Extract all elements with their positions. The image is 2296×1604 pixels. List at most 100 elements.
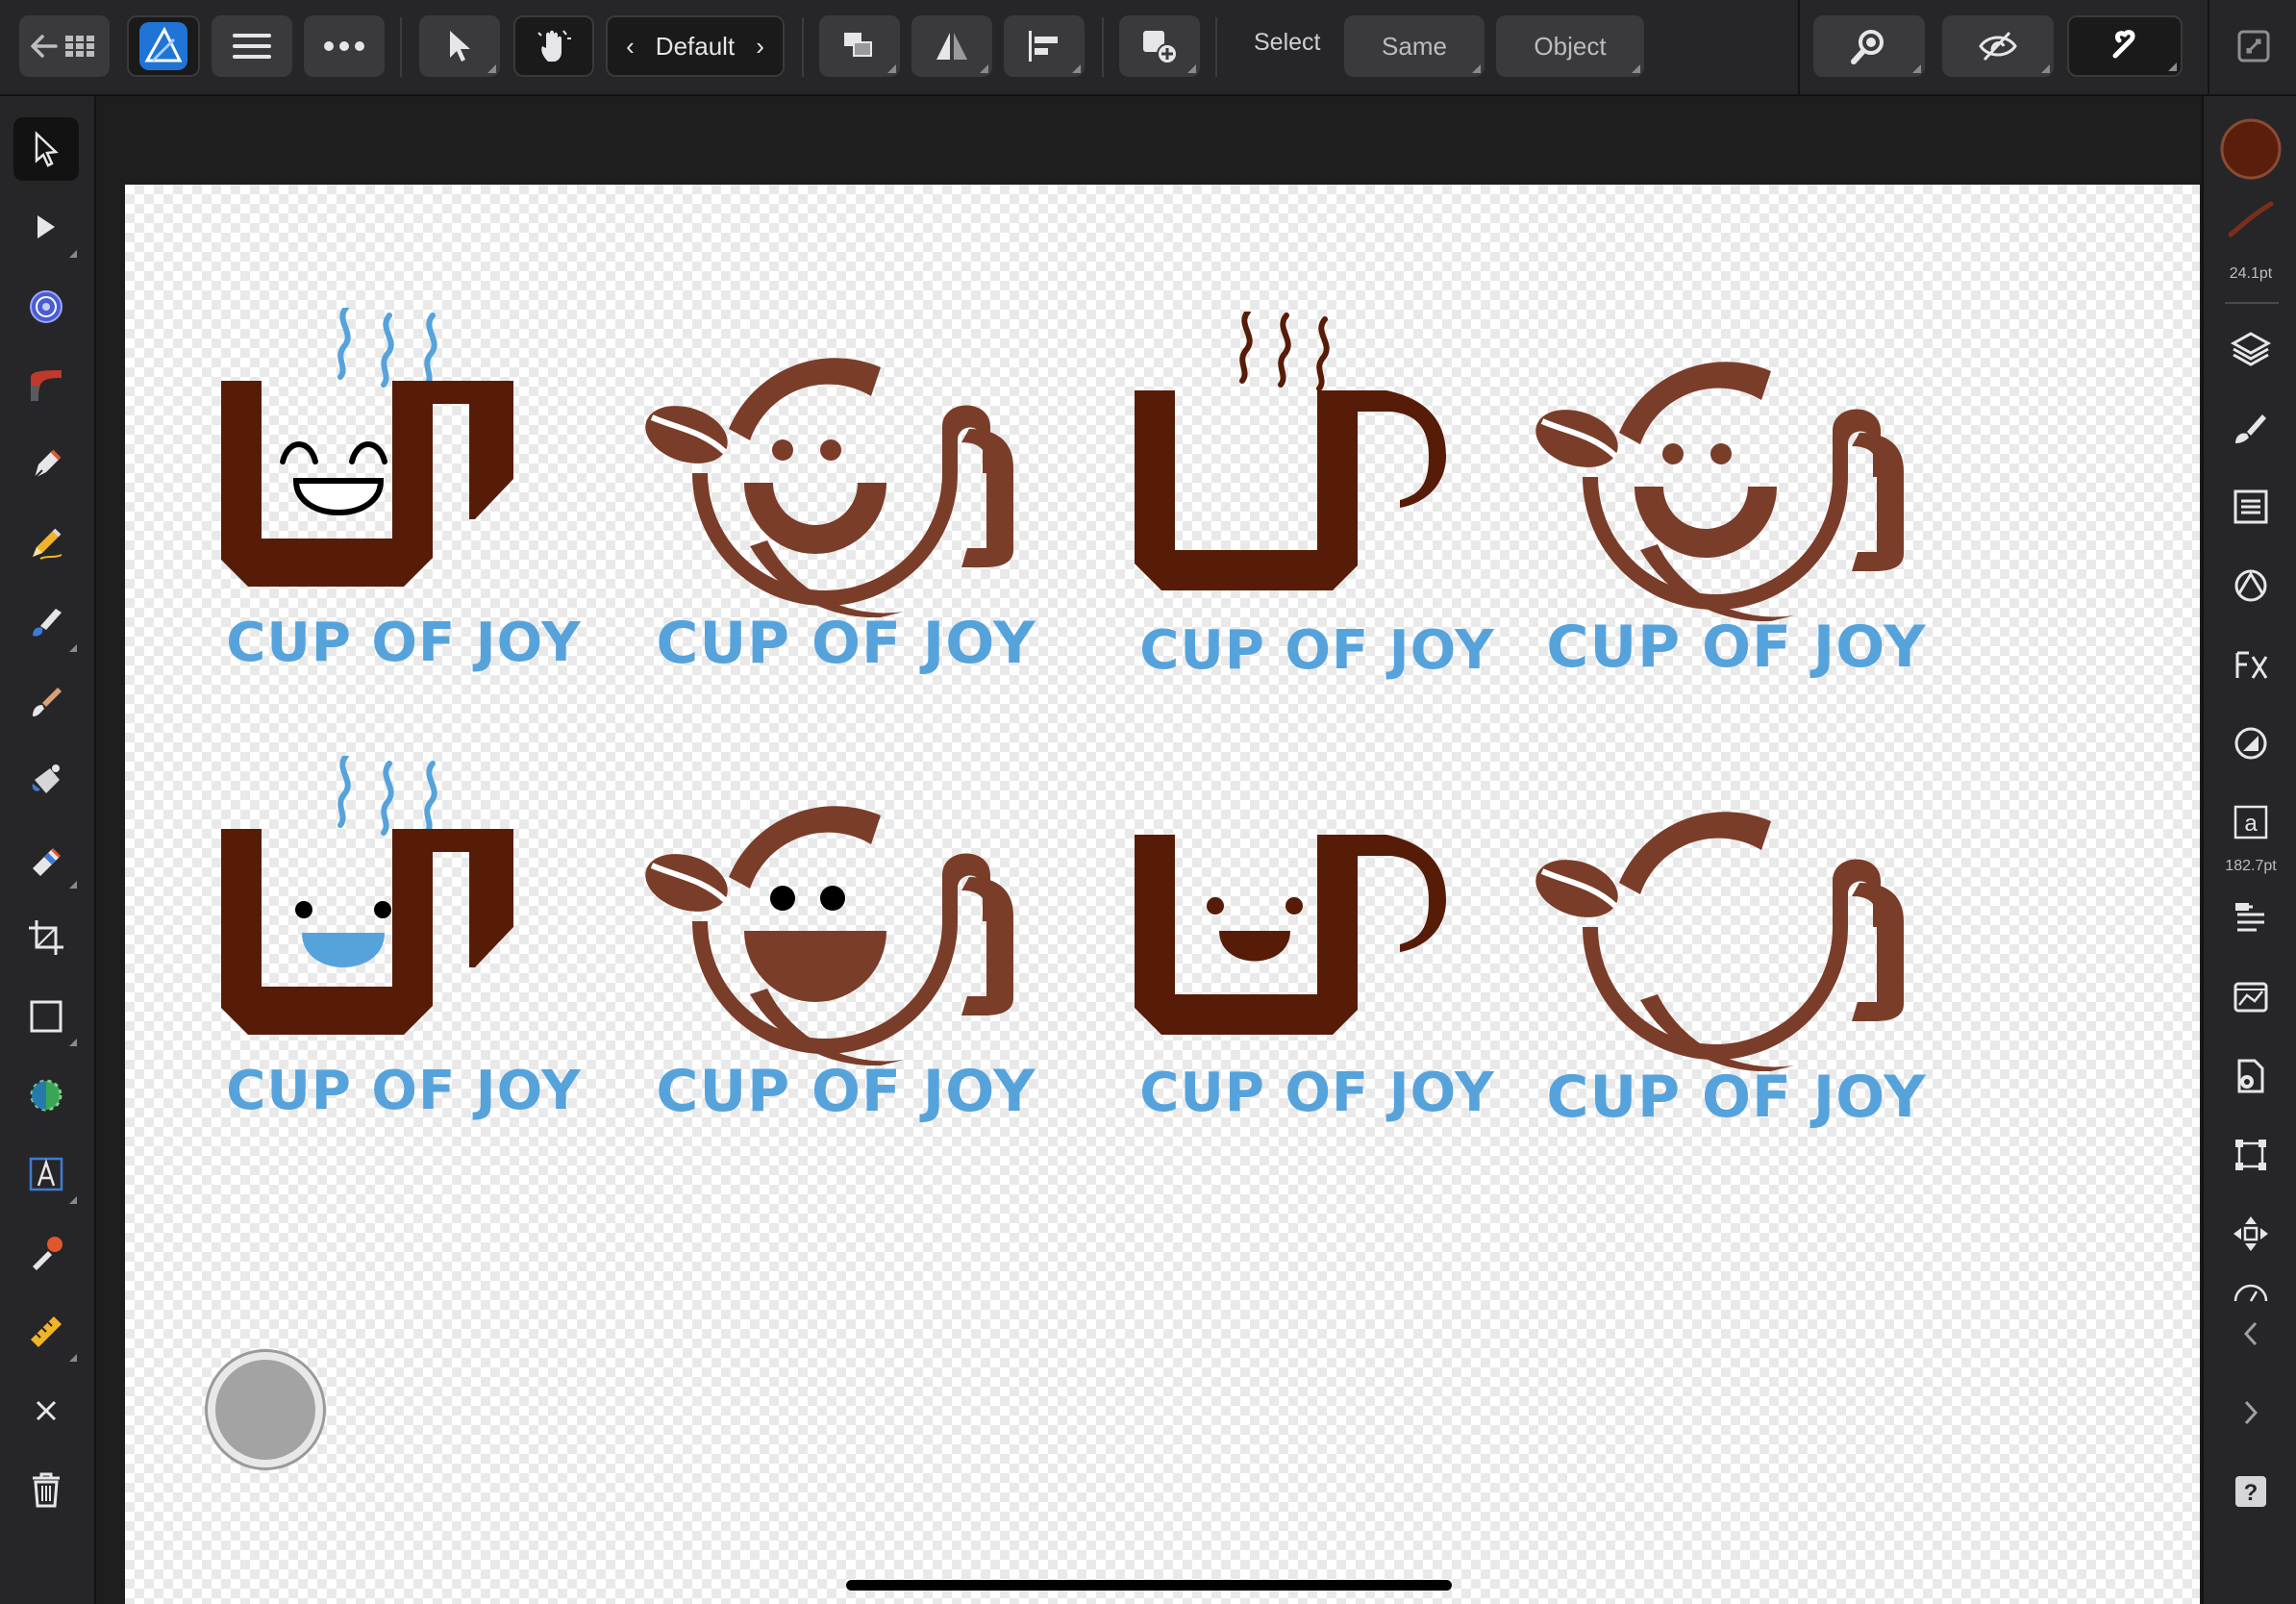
brushes-studio-button[interactable] bbox=[2217, 394, 2284, 462]
chevron-right-icon[interactable]: › bbox=[756, 32, 764, 62]
close-icon bbox=[36, 1400, 57, 1421]
logo-wordmark: CUP OF JOY bbox=[656, 610, 1036, 677]
color-picker-tool[interactable] bbox=[13, 1221, 79, 1285]
logo-wordmark: CUP OF JOY bbox=[1139, 1062, 1495, 1124]
chevron-left-icon[interactable]: ‹ bbox=[626, 32, 635, 62]
navigator-icon bbox=[2234, 982, 2268, 1013]
chevron-right-icon bbox=[2244, 1400, 2259, 1425]
snapping-button[interactable] bbox=[2067, 15, 2183, 77]
paint-brush-tool[interactable] bbox=[13, 669, 79, 733]
node-tool[interactable] bbox=[13, 196, 79, 260]
logo-variant[interactable]: CUP OF JOY bbox=[1535, 362, 1938, 689]
fullscreen-button[interactable] bbox=[2229, 15, 2279, 77]
font-size-value: 182.7pt bbox=[2225, 858, 2277, 874]
cup-bean-open-mouth-icon bbox=[645, 806, 1013, 1065]
text-tool[interactable] bbox=[13, 1142, 79, 1206]
logo-wordmark: CUP OF JOY bbox=[656, 1058, 1036, 1125]
insert-button[interactable] bbox=[1119, 15, 1200, 77]
eraser-tool[interactable] bbox=[13, 827, 79, 890]
transparency-tool[interactable] bbox=[13, 1064, 79, 1127]
help-button[interactable]: ? bbox=[2217, 1458, 2284, 1525]
zoom-button[interactable] bbox=[1813, 15, 1925, 77]
delete-button[interactable] bbox=[13, 1458, 79, 1521]
select-same-button[interactable]: Same bbox=[1344, 15, 1485, 77]
logo-variant[interactable]: CUP OF JOY bbox=[1135, 312, 1500, 687]
logo-variant[interactable]: CUP OF JOY bbox=[221, 756, 586, 1131]
stroke-studio-button[interactable] bbox=[2217, 552, 2284, 619]
collapse-left-button[interactable] bbox=[2217, 1300, 2284, 1367]
color-well[interactable] bbox=[2217, 115, 2284, 183]
logo-wordmark: CUP OF JOY bbox=[226, 1060, 582, 1122]
pencil-icon bbox=[33, 528, 62, 560]
brushes-icon bbox=[2235, 414, 2266, 443]
snapping-studio-button[interactable] bbox=[2217, 1200, 2284, 1267]
logo-variant[interactable]: CUP OF JOY bbox=[221, 308, 586, 683]
flip-button[interactable] bbox=[911, 15, 992, 77]
measure-tool[interactable] bbox=[13, 1300, 79, 1364]
canvas-area[interactable]: CUP OF JOY CUP OF JOY CUP OF JOY CUP OF … bbox=[96, 96, 2200, 1604]
document-icon bbox=[2237, 1059, 2264, 1093]
paint-mixer-tool[interactable] bbox=[13, 748, 79, 812]
crop-icon bbox=[29, 920, 63, 955]
magnet-snapping-icon bbox=[2112, 30, 2135, 59]
character-studio-button[interactable]: a bbox=[2217, 789, 2284, 856]
eye-view-icon bbox=[1979, 31, 2017, 62]
snapping-icon bbox=[2234, 1216, 2268, 1251]
ellipsis-icon bbox=[324, 41, 364, 51]
align-button[interactable] bbox=[1004, 15, 1085, 77]
toolbar-divider bbox=[2208, 0, 2209, 94]
magnifier-icon bbox=[1851, 30, 1884, 64]
navigator-studio-button[interactable] bbox=[2217, 964, 2284, 1031]
collapse-right-button[interactable] bbox=[2217, 1379, 2284, 1446]
pencil-tool[interactable] bbox=[13, 512, 79, 575]
pen-icon bbox=[34, 449, 62, 479]
chevron-left-icon bbox=[2243, 1321, 2258, 1346]
vector-brush-tool[interactable] bbox=[13, 590, 79, 654]
selection-mode-button[interactable] bbox=[419, 15, 500, 77]
persona-switcher[interactable]: ‹ Default › bbox=[606, 15, 785, 77]
cup-laughing-steam-icon bbox=[221, 308, 513, 587]
toolbar-divider bbox=[1215, 17, 1217, 77]
arrange-button[interactable] bbox=[819, 15, 900, 77]
paint-mixer-icon bbox=[32, 764, 60, 793]
transform-studio-button[interactable] bbox=[2217, 1121, 2284, 1189]
hamburger-menu-icon bbox=[233, 34, 271, 59]
brush-width-value: 24.1pt bbox=[2229, 265, 2273, 282]
fill-tool[interactable] bbox=[13, 275, 79, 338]
crop-tool[interactable] bbox=[13, 906, 79, 969]
touch-mode-button[interactable] bbox=[513, 15, 594, 77]
close-tool-button[interactable] bbox=[13, 1379, 79, 1442]
paint-brush-icon bbox=[33, 688, 62, 716]
logo-variant[interactable]: CUP OF JOY bbox=[1135, 835, 1500, 1142]
brush-stroke-well[interactable] bbox=[2217, 192, 2284, 246]
gradient-style-studio-button[interactable] bbox=[2217, 710, 2284, 777]
logo-variant[interactable]: CUP OF JOY bbox=[644, 358, 1048, 685]
top-toolbar: ‹ Default › Select Same Object bbox=[0, 0, 2296, 96]
toolbar-divider bbox=[802, 17, 804, 77]
app-logo-button[interactable] bbox=[127, 15, 200, 77]
layers-icon bbox=[2230, 332, 2272, 366]
quick-menu-button[interactable] bbox=[208, 1352, 323, 1467]
fill-icon bbox=[30, 290, 62, 323]
help-icon: ? bbox=[2235, 1476, 2266, 1507]
document-studio-button[interactable] bbox=[2217, 1042, 2284, 1110]
menu-button[interactable] bbox=[212, 15, 292, 77]
document-page[interactable]: CUP OF JOY CUP OF JOY CUP OF JOY CUP OF … bbox=[125, 185, 2200, 1604]
view-mode-button[interactable] bbox=[1942, 15, 2054, 77]
select-object-button[interactable]: Object bbox=[1496, 15, 1644, 77]
layers-studio-button[interactable] bbox=[2217, 315, 2284, 383]
back-to-documents-button[interactable] bbox=[19, 15, 110, 77]
more-button[interactable] bbox=[304, 15, 385, 77]
arrange-icon bbox=[844, 33, 872, 57]
logo-variant[interactable]: CUP OF JOY bbox=[644, 806, 1048, 1133]
move-tool[interactable] bbox=[13, 117, 79, 181]
persona-label: Default bbox=[655, 31, 736, 61]
paragraph-studio-button[interactable] bbox=[2217, 885, 2284, 952]
logo-variant[interactable]: CUP OF JOY bbox=[1535, 812, 1938, 1139]
fx-studio-button[interactable] bbox=[2217, 631, 2284, 698]
gradient-tool[interactable] bbox=[13, 354, 79, 417]
cup-bean-smile-icon bbox=[1535, 362, 1904, 621]
appearance-studio-button[interactable] bbox=[2217, 473, 2284, 540]
pen-tool[interactable] bbox=[13, 433, 79, 496]
rectangle-tool[interactable] bbox=[13, 985, 79, 1048]
